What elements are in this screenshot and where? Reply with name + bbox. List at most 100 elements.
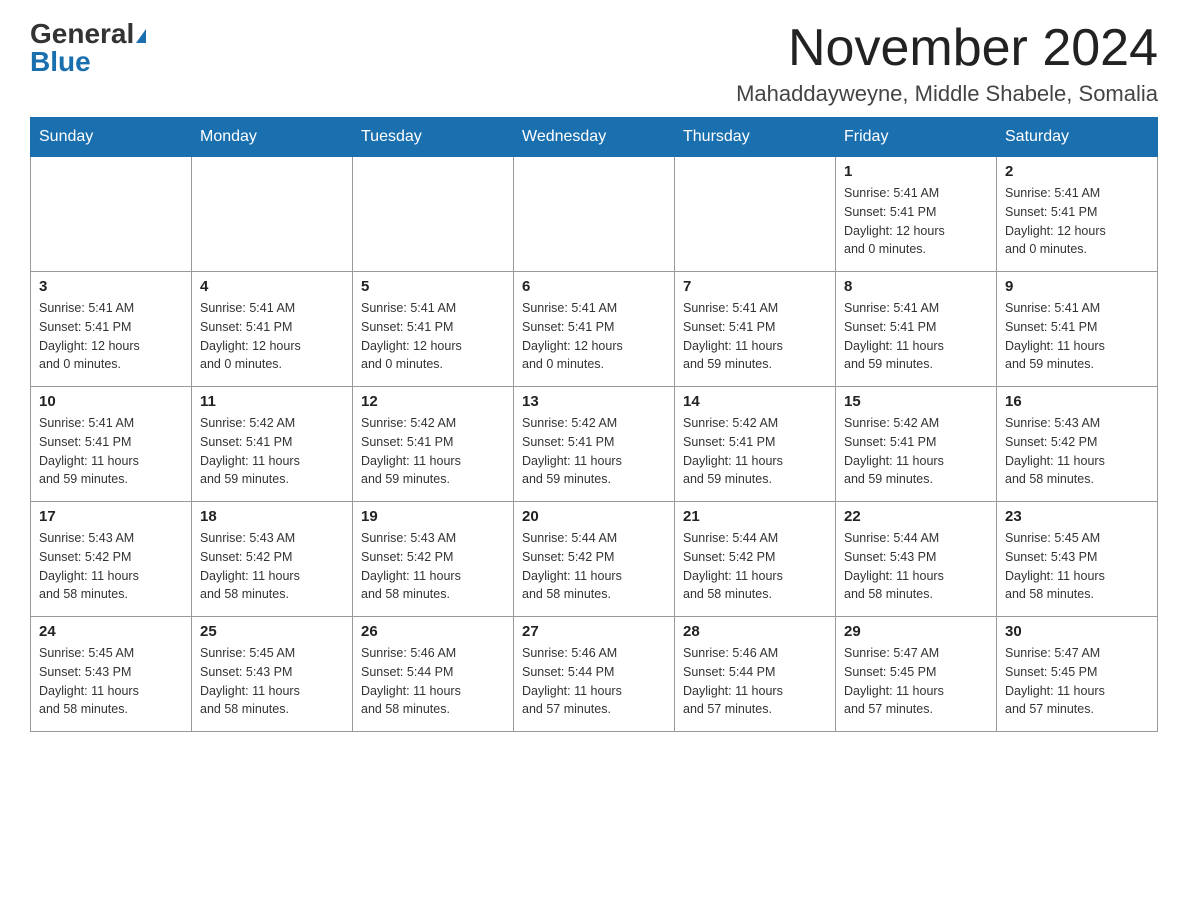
- day-info: Sunrise: 5:44 AMSunset: 5:42 PMDaylight:…: [683, 529, 827, 604]
- day-info: Sunrise: 5:42 AMSunset: 5:41 PMDaylight:…: [844, 414, 988, 489]
- day-number: 19: [361, 508, 505, 525]
- calendar-cell: 24 Sunrise: 5:45 AMSunset: 5:43 PMDayligh…: [31, 617, 192, 732]
- calendar-cell: [675, 157, 836, 272]
- day-info: Sunrise: 5:44 AMSunset: 5:43 PMDaylight:…: [844, 529, 988, 604]
- calendar-cell: 19 Sunrise: 5:43 AMSunset: 5:42 PMDayligh…: [353, 502, 514, 617]
- weekday-header-tuesday: Tuesday: [353, 118, 514, 157]
- calendar-cell: 26 Sunrise: 5:46 AMSunset: 5:44 PMDayligh…: [353, 617, 514, 732]
- day-info: Sunrise: 5:41 AMSunset: 5:41 PMDaylight:…: [522, 299, 666, 374]
- calendar-cell: 2 Sunrise: 5:41 AMSunset: 5:41 PMDaylight…: [997, 157, 1158, 272]
- day-info: Sunrise: 5:47 AMSunset: 5:45 PMDaylight:…: [844, 644, 988, 719]
- logo-triangle-icon: [136, 29, 146, 43]
- calendar-cell: 22 Sunrise: 5:44 AMSunset: 5:43 PMDayligh…: [836, 502, 997, 617]
- calendar-cell: 16 Sunrise: 5:43 AMSunset: 5:42 PMDayligh…: [997, 387, 1158, 502]
- calendar-cell: 17 Sunrise: 5:43 AMSunset: 5:42 PMDayligh…: [31, 502, 192, 617]
- calendar-cell: 7 Sunrise: 5:41 AMSunset: 5:41 PMDaylight…: [675, 272, 836, 387]
- calendar-cell: 12Sunrise: 5:42 AMSunset: 5:41 PMDayligh…: [353, 387, 514, 502]
- title-area: November 2024 Mahaddayweyne, Middle Shab…: [736, 20, 1158, 107]
- day-number: 24: [39, 623, 183, 640]
- day-info: Sunrise: 5:43 AMSunset: 5:42 PMDaylight:…: [361, 529, 505, 604]
- calendar-cell: 28 Sunrise: 5:46 AMSunset: 5:44 PMDayligh…: [675, 617, 836, 732]
- day-info: Sunrise: 5:47 AMSunset: 5:45 PMDaylight:…: [1005, 644, 1149, 719]
- calendar-cell: [31, 157, 192, 272]
- logo-area: General Blue: [30, 20, 146, 76]
- calendar-cell: 10 Sunrise: 5:41 AMSunset: 5:41 PMDayligh…: [31, 387, 192, 502]
- day-number: 22: [844, 508, 988, 525]
- weekday-header-monday: Monday: [192, 118, 353, 157]
- day-info: Sunrise: 5:41 AMSunset: 5:41 PMDaylight:…: [844, 184, 988, 259]
- day-info: Sunrise: 5:41 AMSunset: 5:41 PMDaylight:…: [844, 299, 988, 374]
- day-number: 18: [200, 508, 344, 525]
- day-number: 23: [1005, 508, 1149, 525]
- day-info: Sunrise: 5:41 AMSunset: 5:41 PMDaylight:…: [1005, 184, 1149, 259]
- day-number: 14: [683, 393, 827, 410]
- calendar-table: SundayMondayTuesdayWednesdayThursdayFrid…: [30, 117, 1158, 732]
- day-info: Sunrise: 5:43 AMSunset: 5:42 PMDaylight:…: [200, 529, 344, 604]
- calendar-cell: 1 Sunrise: 5:41 AMSunset: 5:41 PMDaylight…: [836, 157, 997, 272]
- day-number: 27: [522, 623, 666, 640]
- day-number: 10: [39, 393, 183, 410]
- day-info: Sunrise: 5:43 AMSunset: 5:42 PMDaylight:…: [39, 529, 183, 604]
- day-number: 12: [361, 393, 505, 410]
- day-info: Sunrise: 5:42 AMSunset: 5:41 PMDaylight:…: [200, 414, 344, 489]
- calendar-cell: 14Sunrise: 5:42 AMSunset: 5:41 PMDayligh…: [675, 387, 836, 502]
- calendar-cell: 27Sunrise: 5:46 AMSunset: 5:44 PMDayligh…: [514, 617, 675, 732]
- day-number: 26: [361, 623, 505, 640]
- logo-blue-line: Blue: [30, 48, 91, 76]
- day-number: 6: [522, 278, 666, 295]
- calendar-cell: 20Sunrise: 5:44 AMSunset: 5:42 PMDayligh…: [514, 502, 675, 617]
- day-info: Sunrise: 5:45 AMSunset: 5:43 PMDaylight:…: [39, 644, 183, 719]
- day-info: Sunrise: 5:45 AMSunset: 5:43 PMDaylight:…: [200, 644, 344, 719]
- day-info: Sunrise: 5:46 AMSunset: 5:44 PMDaylight:…: [683, 644, 827, 719]
- calendar-week-row: 10 Sunrise: 5:41 AMSunset: 5:41 PMDayligh…: [31, 387, 1158, 502]
- calendar-cell: 29Sunrise: 5:47 AMSunset: 5:45 PMDayligh…: [836, 617, 997, 732]
- day-number: 9: [1005, 278, 1149, 295]
- calendar-cell: 30 Sunrise: 5:47 AMSunset: 5:45 PMDayligh…: [997, 617, 1158, 732]
- calendar-cell: 15 Sunrise: 5:42 AMSunset: 5:41 PMDayligh…: [836, 387, 997, 502]
- calendar-cell: 9 Sunrise: 5:41 AMSunset: 5:41 PMDaylight…: [997, 272, 1158, 387]
- weekday-header-wednesday: Wednesday: [514, 118, 675, 157]
- day-info: Sunrise: 5:41 AMSunset: 5:41 PMDaylight:…: [1005, 299, 1149, 374]
- day-info: Sunrise: 5:42 AMSunset: 5:41 PMDaylight:…: [522, 414, 666, 489]
- weekday-header-row: SundayMondayTuesdayWednesdayThursdayFrid…: [31, 118, 1158, 157]
- calendar-cell: 13Sunrise: 5:42 AMSunset: 5:41 PMDayligh…: [514, 387, 675, 502]
- day-number: 30: [1005, 623, 1149, 640]
- day-info: Sunrise: 5:41 AMSunset: 5:41 PMDaylight:…: [683, 299, 827, 374]
- day-number: 5: [361, 278, 505, 295]
- day-info: Sunrise: 5:41 AMSunset: 5:41 PMDaylight:…: [361, 299, 505, 374]
- calendar-cell: [514, 157, 675, 272]
- calendar-week-row: 1 Sunrise: 5:41 AMSunset: 5:41 PMDaylight…: [31, 157, 1158, 272]
- day-info: Sunrise: 5:43 AMSunset: 5:42 PMDaylight:…: [1005, 414, 1149, 489]
- calendar-cell: 18 Sunrise: 5:43 AMSunset: 5:42 PMDayligh…: [192, 502, 353, 617]
- day-info: Sunrise: 5:45 AMSunset: 5:43 PMDaylight:…: [1005, 529, 1149, 604]
- day-info: Sunrise: 5:41 AMSunset: 5:41 PMDaylight:…: [39, 299, 183, 374]
- day-number: 3: [39, 278, 183, 295]
- day-number: 15: [844, 393, 988, 410]
- calendar-week-row: 3 Sunrise: 5:41 AMSunset: 5:41 PMDaylight…: [31, 272, 1158, 387]
- calendar-cell: [192, 157, 353, 272]
- calendar-cell: [353, 157, 514, 272]
- calendar-cell: 6 Sunrise: 5:41 AMSunset: 5:41 PMDaylight…: [514, 272, 675, 387]
- day-number: 25: [200, 623, 344, 640]
- day-number: 11: [200, 393, 344, 410]
- day-number: 7: [683, 278, 827, 295]
- day-number: 17: [39, 508, 183, 525]
- calendar-cell: 11 Sunrise: 5:42 AMSunset: 5:41 PMDayligh…: [192, 387, 353, 502]
- day-number: 2: [1005, 163, 1149, 180]
- day-number: 4: [200, 278, 344, 295]
- calendar-week-row: 17 Sunrise: 5:43 AMSunset: 5:42 PMDayligh…: [31, 502, 1158, 617]
- day-number: 16: [1005, 393, 1149, 410]
- day-number: 8: [844, 278, 988, 295]
- day-number: 28: [683, 623, 827, 640]
- weekday-header-thursday: Thursday: [675, 118, 836, 157]
- weekday-header-sunday: Sunday: [31, 118, 192, 157]
- day-number: 21: [683, 508, 827, 525]
- day-info: Sunrise: 5:44 AMSunset: 5:42 PMDaylight:…: [522, 529, 666, 604]
- calendar-cell: 4 Sunrise: 5:41 AMSunset: 5:41 PMDaylight…: [192, 272, 353, 387]
- day-number: 1: [844, 163, 988, 180]
- day-info: Sunrise: 5:41 AMSunset: 5:41 PMDaylight:…: [39, 414, 183, 489]
- day-info: Sunrise: 5:46 AMSunset: 5:44 PMDaylight:…: [361, 644, 505, 719]
- logo-general-line: General: [30, 20, 146, 48]
- day-info: Sunrise: 5:41 AMSunset: 5:41 PMDaylight:…: [200, 299, 344, 374]
- location-title: Mahaddayweyne, Middle Shabele, Somalia: [736, 81, 1158, 107]
